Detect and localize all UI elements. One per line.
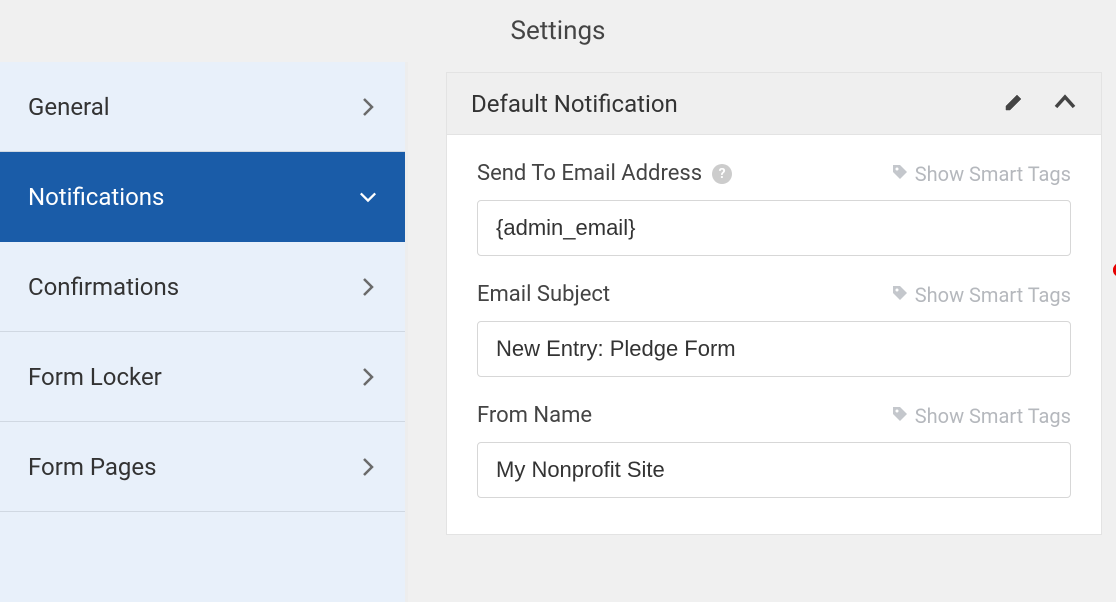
chevron-right-icon <box>359 458 377 476</box>
notification-panel: Default Notification Send To Email Addre… <box>446 72 1102 535</box>
sidebar-item-form-pages[interactable]: Form Pages <box>0 422 405 512</box>
field-label-text: Email Subject <box>477 282 610 307</box>
chevron-down-icon <box>359 188 377 206</box>
send-to-email-input[interactable] <box>477 200 1071 256</box>
sidebar-item-notifications[interactable]: Notifications <box>0 152 405 242</box>
show-smart-tags-link[interactable]: Show Smart Tags <box>891 404 1071 428</box>
show-smart-tags-link[interactable]: Show Smart Tags <box>891 283 1071 307</box>
collapse-icon[interactable] <box>1053 94 1077 114</box>
field-send-to: Send To Email Address ? Show Smart Tags <box>477 161 1071 256</box>
from-name-input[interactable] <box>477 442 1071 498</box>
smart-tags-label: Show Smart Tags <box>915 404 1071 428</box>
sidebar-item-label: General <box>28 93 110 121</box>
sidebar-item-label: Notifications <box>28 183 164 211</box>
panel-title: Default Notification <box>471 90 1003 118</box>
tag-icon <box>891 283 909 307</box>
sidebar-item-label: Form Pages <box>28 453 157 481</box>
sidebar-item-general[interactable]: General <box>0 62 405 152</box>
field-label-text: Send To Email Address <box>477 161 702 186</box>
smart-tags-label: Show Smart Tags <box>915 162 1071 186</box>
chevron-right-icon <box>359 368 377 386</box>
field-from-name: From Name Show Smart Tags <box>477 403 1071 498</box>
tag-icon <box>891 162 909 186</box>
sidebar-item-label: Form Locker <box>28 363 162 391</box>
tag-icon <box>891 404 909 428</box>
chevron-right-icon <box>359 98 377 116</box>
edit-icon[interactable] <box>1003 91 1025 117</box>
settings-sidebar: General Notifications Confirmations Form… <box>0 62 408 602</box>
smart-tags-label: Show Smart Tags <box>915 283 1071 307</box>
content-area: Default Notification Send To Email Addre… <box>408 62 1116 602</box>
chevron-right-icon <box>359 278 377 296</box>
help-icon[interactable]: ? <box>712 164 732 184</box>
show-smart-tags-link[interactable]: Show Smart Tags <box>891 162 1071 186</box>
sidebar-item-form-locker[interactable]: Form Locker <box>0 332 405 422</box>
field-label-text: From Name <box>477 403 592 428</box>
sidebar-item-label: Confirmations <box>28 273 179 301</box>
sidebar-item-confirmations[interactable]: Confirmations <box>0 242 405 332</box>
field-email-subject: Email Subject Show Smart Tags <box>477 282 1071 377</box>
email-subject-input[interactable] <box>477 321 1071 377</box>
page-title: Settings <box>0 0 1116 62</box>
panel-header: Default Notification <box>447 73 1101 135</box>
